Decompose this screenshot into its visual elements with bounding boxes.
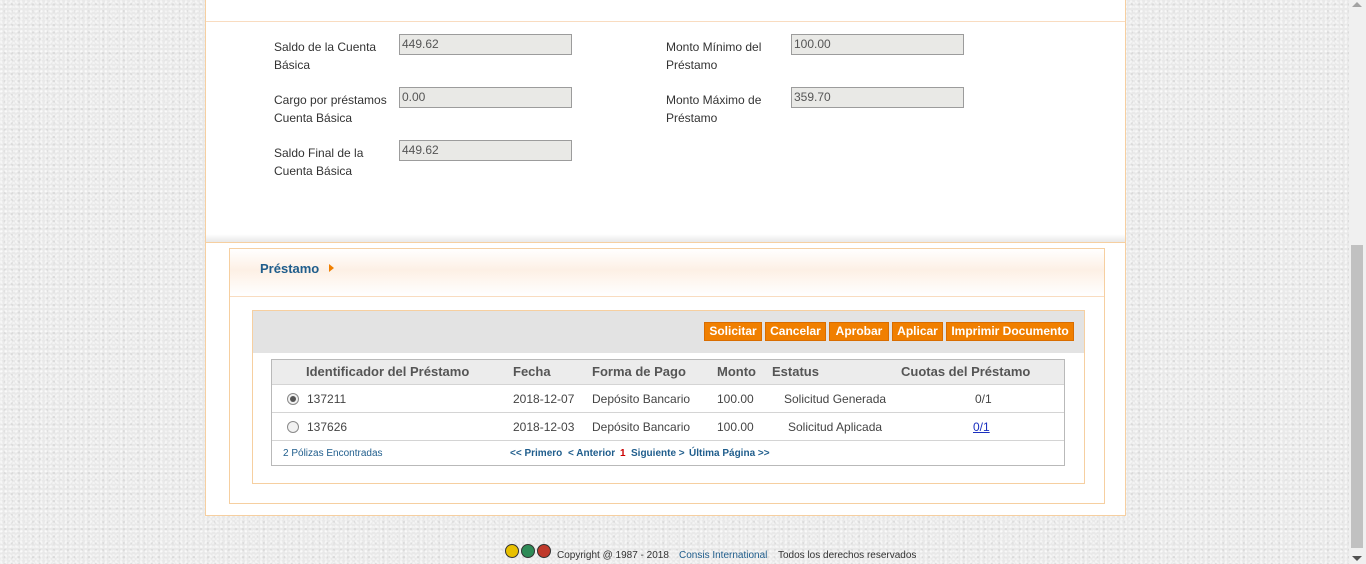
saldo-final-field[interactable]: 449.62 (399, 140, 572, 161)
saldo-cuenta-basica-field[interactable]: 449.62 (399, 34, 572, 55)
cell-id: 137626 (307, 420, 348, 434)
label-line: Cuenta Básica (274, 164, 353, 178)
cell-forma-pago: Depósito Bancario (592, 420, 691, 434)
cell-forma-pago: Depósito Bancario (592, 392, 691, 406)
loan-panel: Solicitar Cancelar Aprobar Aplicar Impri… (252, 310, 1085, 484)
table-header: Identificador del Préstamo Fecha Forma d… (272, 360, 1064, 384)
table-footer: 2 Pólizas Encontradas << Primero < Anter… (272, 440, 1064, 466)
scroll-up-arrow-icon[interactable] (1352, 2, 1362, 7)
cargo-prestamos-label: Cargo por préstamos Cuenta Básica (274, 91, 387, 127)
aprobar-button[interactable]: Aprobar (829, 322, 889, 341)
imprimir-documento-button[interactable]: Imprimir Documento (946, 322, 1074, 341)
browser-logo-icon (521, 544, 535, 558)
row-select-radio[interactable] (287, 393, 299, 405)
previous-page-link[interactable]: < Anterior (568, 448, 615, 459)
section-divider (206, 234, 1125, 243)
column-header-forma-pago: Forma de Pago (592, 364, 686, 379)
label-line: Préstamo (666, 111, 718, 125)
scrollbar-thumb[interactable] (1351, 245, 1363, 548)
cell-cuotas: 0/1 (975, 392, 992, 406)
cargo-prestamos-field[interactable]: 0.00 (399, 87, 572, 108)
table-row[interactable]: 137626 2018-12-03 Depósito Bancario 100.… (272, 412, 1064, 440)
monto-minimo-field[interactable]: 100.00 (791, 34, 964, 55)
current-page-number: 1 (620, 448, 626, 459)
cell-fecha: 2018-12-07 (513, 392, 575, 406)
saldo-final-label: Saldo Final de la Cuenta Básica (274, 144, 363, 180)
cell-id: 137211 (307, 392, 347, 406)
monto-maximo-field[interactable]: 359.70 (791, 87, 964, 108)
label-line: Monto Máximo de (666, 93, 762, 107)
monto-maximo-label: Monto Máximo de Préstamo (666, 91, 761, 127)
rights-text: Todos los derechos reservados (778, 550, 917, 561)
column-header-identificador: Identificador del Préstamo (306, 364, 470, 379)
column-header-monto: Monto (717, 364, 756, 379)
main-content-panel: Saldo de la Cuenta Básica 449.62 Cargo p… (205, 0, 1126, 516)
label-line: Saldo Final de la (274, 146, 364, 160)
monto-minimo-label: Monto Mínimo del Préstamo (666, 38, 761, 74)
label-line: Básica (274, 58, 311, 72)
label-line: Préstamo (666, 58, 718, 72)
vertical-scrollbar[interactable] (1349, 0, 1366, 564)
cell-estatus: Solicitud Aplicada (788, 420, 883, 434)
loan-section: Préstamo Solicitar Cancelar Aprobar Apli… (229, 248, 1105, 504)
company-link[interactable]: Consis International (679, 550, 767, 561)
solicitar-button[interactable]: Solicitar (704, 322, 762, 341)
loan-section-title: Préstamo (260, 261, 320, 276)
cuotas-link[interactable]: 0/1 (973, 420, 990, 434)
row-select-radio[interactable] (287, 421, 299, 433)
copyright-text: Copyright @ 1987 - 2018 (557, 550, 669, 561)
cell-monto: 100.00 (717, 420, 754, 434)
balance-form: Saldo de la Cuenta Básica 449.62 Cargo p… (206, 22, 1125, 234)
loans-table: Identificador del Préstamo Fecha Forma d… (271, 359, 1065, 466)
label-line: Monto Mínimo del (666, 40, 762, 54)
cell-estatus: Solicitud Generada (784, 392, 887, 406)
label-line: Saldo de la Cuenta (274, 40, 377, 54)
column-header-estatus: Estatus (772, 364, 819, 379)
caret-right-icon (329, 264, 334, 272)
records-found-text: 2 Pólizas Encontradas (283, 448, 383, 459)
label-line: Cargo por préstamos (274, 93, 387, 107)
loan-toolbar: Solicitar Cancelar Aprobar Aplicar Impri… (253, 311, 1084, 353)
column-header-cuotas: Cuotas del Préstamo (901, 364, 1031, 379)
browser-logo-icon (537, 544, 551, 558)
loan-section-header[interactable]: Préstamo (230, 249, 1104, 297)
column-header-fecha: Fecha (513, 364, 551, 379)
cancelar-button[interactable]: Cancelar (765, 322, 826, 341)
last-page-link[interactable]: Última Página >> (689, 448, 770, 459)
first-page-link[interactable]: << Primero (510, 448, 562, 459)
table-row[interactable]: 137211 2018-12-07 Depósito Bancario 100.… (272, 384, 1064, 412)
browser-logo-icon (505, 544, 519, 558)
cell-fecha: 2018-12-03 (513, 420, 575, 434)
scroll-down-arrow-icon[interactable] (1352, 556, 1362, 561)
cell-monto: 100.00 (717, 392, 754, 406)
label-line: Cuenta Básica (274, 111, 353, 125)
saldo-cuenta-basica-label: Saldo de la Cuenta Básica (274, 38, 376, 74)
next-page-link[interactable]: Siguiente > (631, 448, 685, 459)
aplicar-button[interactable]: Aplicar (892, 322, 943, 341)
